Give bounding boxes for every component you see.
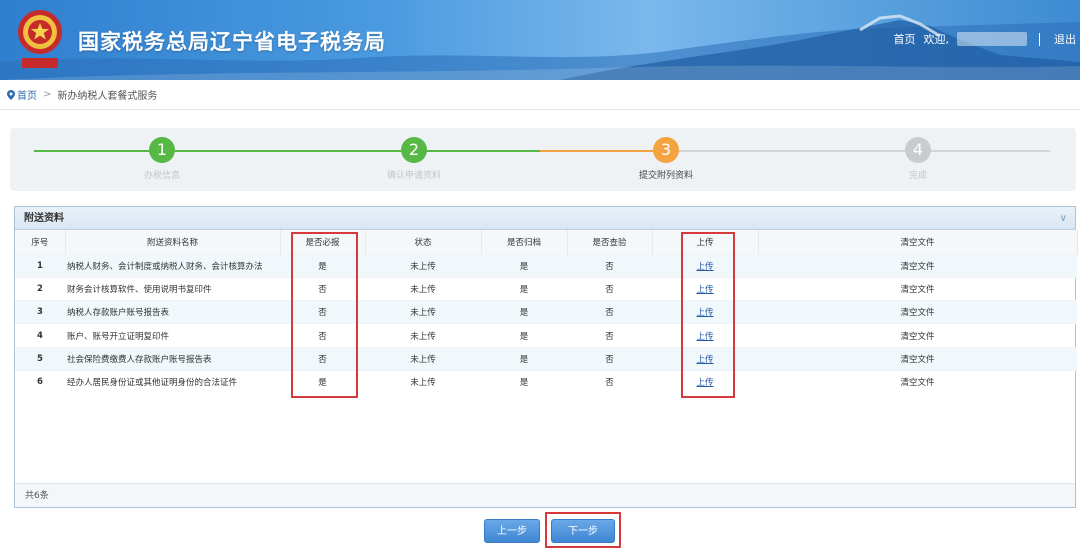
header-home-link[interactable]: 首页: [894, 31, 916, 47]
next-step-button[interactable]: 下一步: [551, 519, 615, 543]
row-index: 5: [15, 346, 65, 371]
panel-title: 附送资料: [24, 213, 64, 224]
row-status: 未上传: [365, 300, 481, 324]
highlight-required-column: [291, 232, 358, 398]
row-verify: 否: [567, 323, 652, 348]
step-3-label: 提交附列资料: [638, 171, 693, 181]
row-status: 未上传: [365, 253, 481, 278]
clear-file-button[interactable]: 清空文件: [758, 323, 1077, 348]
highlight-upload-column: [681, 232, 735, 398]
col-header-archive: 是否归档: [481, 230, 568, 254]
row-verify: 否: [567, 276, 652, 301]
location-pin-icon: [7, 89, 15, 100]
chevron-down-icon[interactable]: ∨: [1060, 207, 1067, 230]
row-name: 经办人居民身份证或其他证明身份的合法证件: [65, 369, 280, 394]
row-index: 2: [15, 276, 65, 301]
step-1-circle: 1: [149, 137, 175, 163]
breadcrumb: 首页 > 新办纳税人套餐式服务: [0, 80, 1080, 110]
table-row: 5 社会保险费缴费人存款账户账号报告表 否 未上传 是 否 上传 清空文件: [15, 346, 1077, 371]
step-2-label: 确认申请资料: [386, 171, 441, 181]
row-status: 未上传: [365, 276, 481, 301]
row-verify: 否: [567, 346, 652, 371]
logout-link[interactable]: 退出: [1054, 31, 1076, 47]
attachments-table: 序号 附送资料名称 是否必报 状态 是否归档 是否查验 上传 清空文件 1 纳税…: [15, 230, 1078, 394]
table-header-row: 序号 附送资料名称 是否必报 状态 是否归档 是否查验 上传 清空文件: [15, 230, 1078, 254]
step-2: 2 确认申请资料: [344, 137, 484, 181]
col-header-verify: 是否查验: [567, 230, 653, 254]
row-status: 未上传: [365, 323, 481, 348]
table-row: 2 财务会计核算软件、使用说明书复印件 否 未上传 是 否 上传 清空文件: [15, 276, 1077, 301]
col-header-status: 状态: [365, 230, 482, 254]
table-row: 1 纳税人财务、会计制度或纳税人财务、会计核算办法 是 未上传 是 否 上传 清…: [15, 253, 1077, 278]
row-name: 财务会计核算软件、使用说明书复印件: [65, 276, 280, 301]
row-index: 3: [15, 300, 65, 324]
clear-file-button[interactable]: 清空文件: [758, 346, 1077, 371]
step-3-circle: 3: [653, 137, 679, 163]
row-status: 未上传: [365, 346, 481, 371]
top-links: 首页 欢迎, 退出: [894, 30, 1080, 48]
prev-step-button[interactable]: 上一步: [484, 519, 540, 543]
attachments-panel: 附送资料 ∨ 序号 附送资料名称 是否必报 状态 是否归档 是否查验 上传 清空…: [14, 206, 1078, 508]
row-archive: 是: [481, 369, 567, 394]
step-2-circle: 2: [401, 137, 427, 163]
row-index: 6: [15, 369, 65, 394]
breadcrumb-separator: >: [43, 89, 52, 100]
row-index: 1: [15, 253, 65, 278]
site-header: 国家税务总局辽宁省电子税务局 首页 欢迎, 退出: [0, 0, 1080, 80]
progress-stepper: 1 办税信息 2 确认申请资料 3 提交附列资料 4 完成: [10, 128, 1076, 191]
row-archive: 是: [481, 346, 567, 371]
table-footer-count: 共6条: [15, 483, 1075, 507]
divider: [1039, 32, 1040, 46]
clear-file-button[interactable]: 清空文件: [758, 369, 1077, 394]
row-status: 未上传: [365, 369, 481, 394]
breadcrumb-current: 新办纳税人套餐式服务: [57, 91, 158, 102]
row-verify: 否: [567, 300, 652, 324]
welcome-text: 欢迎,: [923, 33, 950, 46]
clear-file-button[interactable]: 清空文件: [758, 300, 1077, 324]
step-4-label: 完成: [908, 171, 927, 181]
step-1: 1 办税信息: [92, 137, 232, 181]
site-title: 国家税务总局辽宁省电子税务局: [78, 30, 386, 54]
step-1-label: 办税信息: [143, 171, 180, 181]
row-verify: 否: [567, 253, 652, 278]
tax-emblem-icon: [18, 10, 62, 68]
row-name: 社会保险费缴费人存款账户账号报告表: [65, 346, 280, 371]
col-header-name: 附送资料名称: [65, 230, 281, 254]
table-row: 4 账户、账号开立证明复印件 否 未上传 是 否 上传 清空文件: [15, 323, 1077, 348]
row-archive: 是: [481, 276, 567, 301]
clear-file-button[interactable]: 清空文件: [758, 253, 1077, 278]
username-redacted: [957, 32, 1027, 46]
table-row: 3 纳税人存款账户账号报告表 否 未上传 是 否 上传 清空文件: [15, 300, 1077, 324]
clear-file-button[interactable]: 清空文件: [758, 276, 1077, 301]
step-4-circle: 4: [905, 137, 931, 163]
row-archive: 是: [481, 323, 567, 348]
panel-header: 附送资料 ∨: [15, 207, 1075, 230]
col-header-index: 序号: [15, 230, 66, 254]
row-verify: 否: [567, 369, 652, 394]
step-4: 4 完成: [848, 137, 988, 181]
row-archive: 是: [481, 253, 567, 278]
row-name: 纳税人财务、会计制度或纳税人财务、会计核算办法: [65, 253, 280, 278]
step-3: 3 提交附列资料: [596, 137, 736, 181]
row-name: 纳税人存款账户账号报告表: [65, 300, 280, 324]
breadcrumb-home[interactable]: 首页: [17, 87, 37, 102]
row-index: 4: [15, 323, 65, 348]
table-row: 6 经办人居民身份证或其他证明身份的合法证件 是 未上传 是 否 上传 清空文件: [15, 369, 1077, 394]
row-archive: 是: [481, 300, 567, 324]
col-header-clear: 清空文件: [758, 230, 1078, 254]
row-name: 账户、账号开立证明复印件: [65, 323, 280, 348]
